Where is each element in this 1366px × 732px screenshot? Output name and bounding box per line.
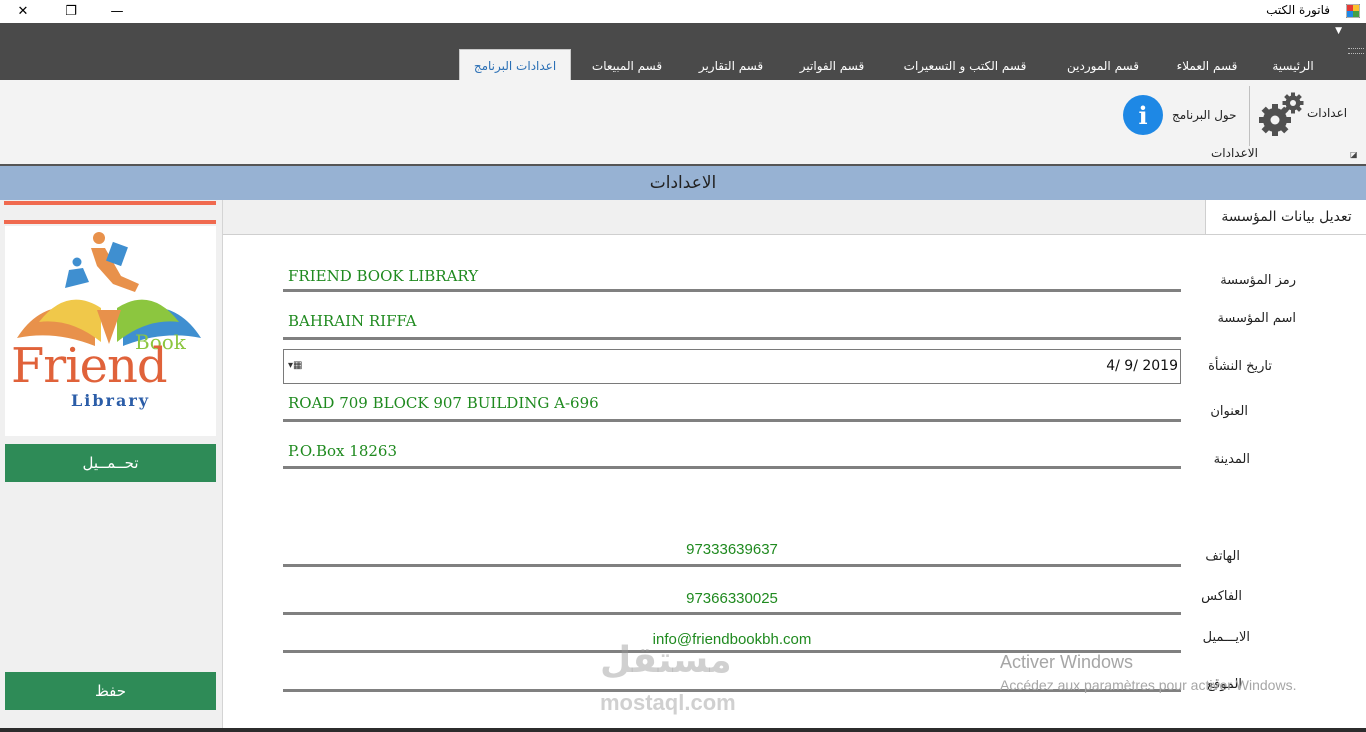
dialog-launcher-icon[interactable]: ◪ [1350,150,1358,159]
tab-suppliers[interactable]: قسم الموردين [1052,53,1154,79]
symbol-label: رمز المؤسسة [1220,273,1296,288]
tab-sales[interactable]: قسم المبيعات [576,53,678,79]
tab-books-pricing[interactable]: قسم الكتب و التسعيرات [884,53,1046,79]
fax-underline [283,612,1181,615]
name-underline [283,337,1181,340]
city-field[interactable]: P.O.Box 18263 [288,442,397,460]
title-bar [0,0,1366,23]
restore-button[interactable]: ❐ [48,0,94,23]
symbol-field[interactable]: FRIEND BOOK LIBRARY [288,267,478,285]
taskbar-edge [0,728,1366,732]
mostaql-watermark: مستقل [600,640,732,681]
save-button[interactable]: حفظ [5,672,216,710]
tab-home[interactable]: الرئيسية [1258,53,1328,79]
gears-icon[interactable] [1259,92,1305,136]
info-icon[interactable]: i [1123,95,1163,135]
ribbon-group-label: الاعدادات [1211,146,1258,160]
activate-windows-title: Activer Windows [1000,652,1134,672]
tab-edit-organization[interactable]: تعديل بيانات المؤسسة [1205,200,1366,234]
logo-friend-text: Friend [11,338,168,394]
tab-invoices[interactable]: قسم الفواتير [784,53,880,79]
activate-windows-subtitle: Accédez aux paramètres pour activer Wind… [1000,677,1297,693]
page-title: الاعدادات [0,166,1366,200]
accent-bar-top [4,201,216,205]
date-picker[interactable]: ▾▦ 4/ 9/ 2019 [283,349,1181,384]
email-field[interactable]: info@friendbookbh.com [283,631,1181,648]
load-button[interactable]: تحــمــيل [5,444,216,482]
tab-reports[interactable]: قسم التقارير [684,53,778,79]
about-ribbon-label[interactable]: حول البرنامج [1172,108,1237,122]
address-label: العنوان [1210,404,1248,419]
grip-icon [1348,48,1364,54]
settings-ribbon-label[interactable]: اعدادات [1307,106,1347,120]
city-underline [283,466,1181,469]
form-panel [223,234,1366,729]
symbol-underline [283,289,1181,292]
city-label: المدينة [1213,452,1250,467]
date-label: تاريخ النشأة [1208,359,1272,374]
fax-label: الفاكس [1201,589,1242,604]
phone-label: الهاتف [1205,549,1240,564]
accent-bar [4,220,216,224]
name-field[interactable]: BAHRAIN RIFFA [288,312,416,330]
fax-field[interactable]: 97366330025 [283,590,1181,607]
close-button[interactable]: ✕ [0,0,46,23]
tab-customers[interactable]: قسم العملاء [1160,53,1254,79]
calendar-dropdown-icon[interactable]: ▾▦ [288,360,302,371]
minimize-button[interactable]: — [94,0,140,23]
window-title: فاتورة الكتب [1266,3,1330,17]
quick-access-arrow-icon[interactable]: ▼ [1335,26,1342,36]
address-underline [283,419,1181,422]
name-label: اسم المؤسسة [1217,311,1296,326]
logo-image: Book Friend Library [5,226,216,436]
ribbon-separator [1249,86,1250,146]
logo-library-text: Library [71,391,151,410]
tab-program-settings[interactable]: اعدادات البرنامج [459,49,571,81]
phone-field[interactable]: 97333639637 [283,541,1181,558]
date-value: 4/ 9/ 2019 [1106,358,1178,374]
email-label: الايـــميل [1202,630,1250,645]
address-field[interactable]: ROAD 709 BLOCK 907 BUILDING A-696 [288,394,599,412]
phone-underline [283,564,1181,567]
app-icon [1346,4,1360,18]
mostaql-url-watermark: mostaql.com [600,690,736,715]
